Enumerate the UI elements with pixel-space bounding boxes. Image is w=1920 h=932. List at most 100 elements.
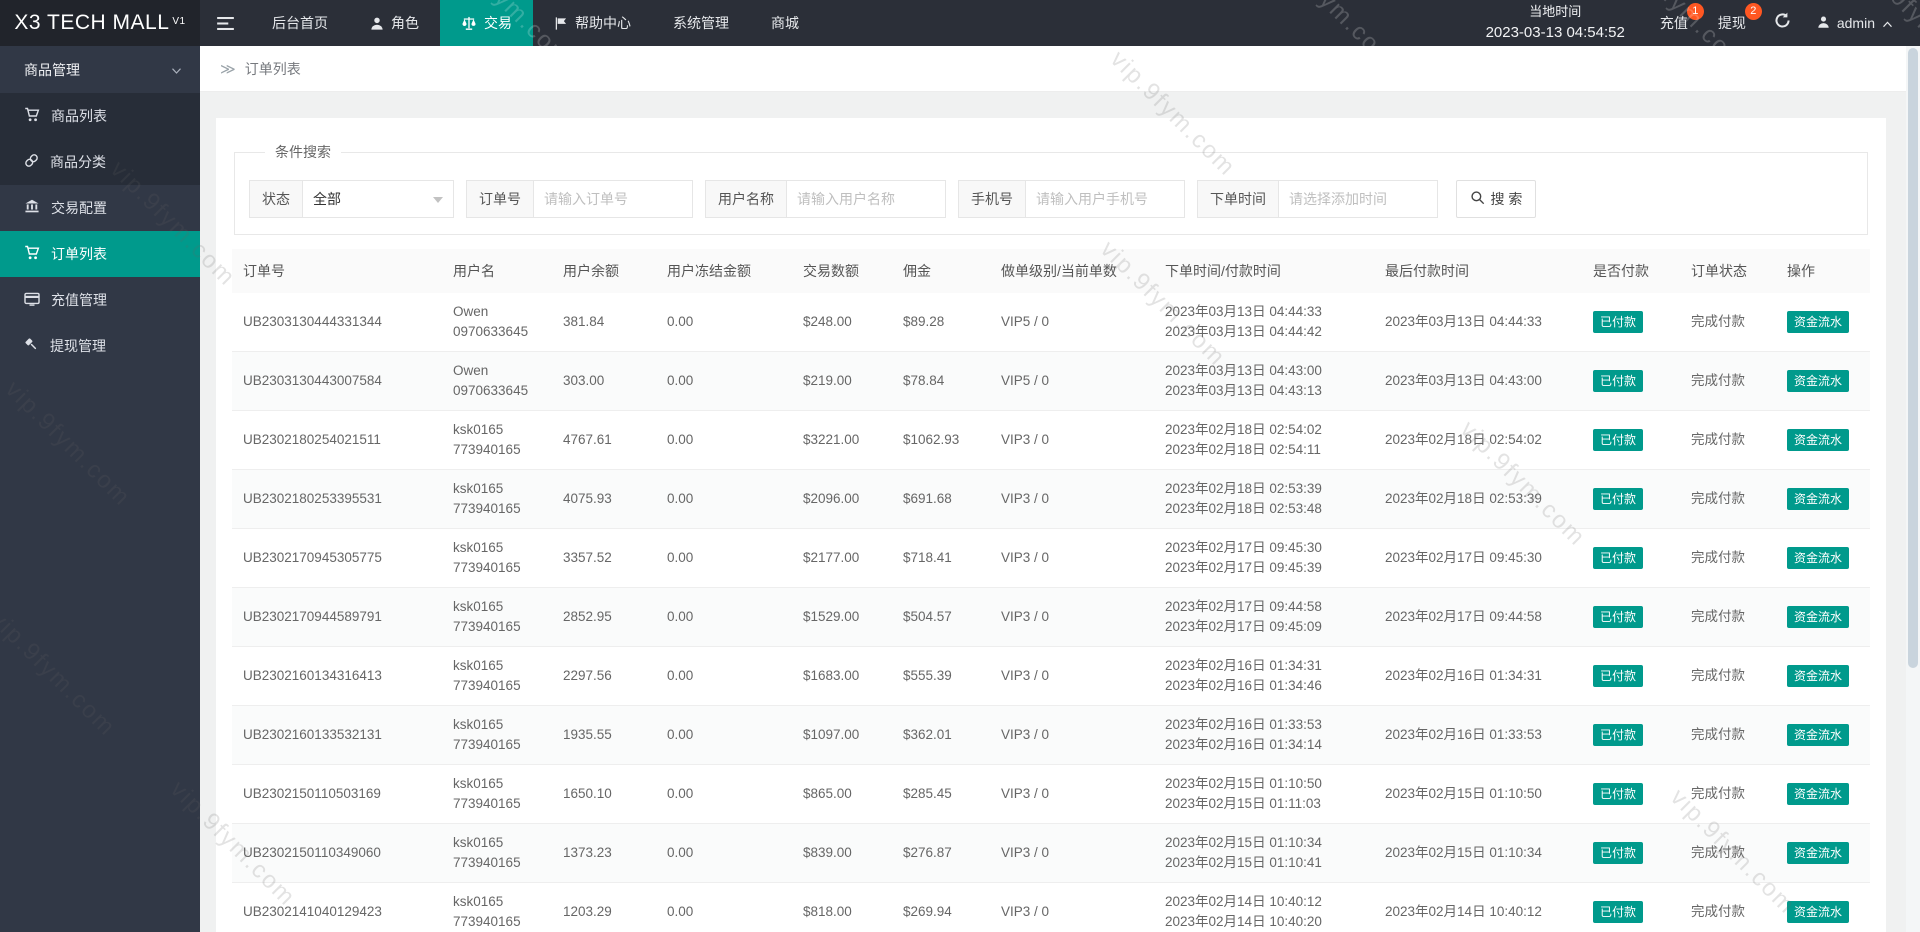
user-icon bbox=[370, 16, 384, 31]
pay-time: 2023年02月16日 01:34:14 bbox=[1165, 737, 1322, 752]
paid-badge: 已付款 bbox=[1593, 488, 1644, 510]
fund-flow-button[interactable]: 资金流水 bbox=[1787, 783, 1850, 805]
user-name: ksk0165 bbox=[453, 481, 504, 496]
user-menu[interactable]: admin bbox=[1804, 0, 1906, 46]
status-select[interactable]: 全部 bbox=[303, 181, 453, 217]
vip-level: VIP3 / 0 bbox=[990, 469, 1154, 529]
sidebar-item-product-category[interactable]: 商品分类 bbox=[0, 139, 200, 185]
fund-flow-button[interactable]: 资金流水 bbox=[1787, 429, 1850, 451]
action-cell: 资金流水 bbox=[1776, 823, 1870, 883]
search-panel: 条件搜索 状态 全部 订单号 用户名称 手 bbox=[234, 142, 1868, 235]
order-no-filter: 订单号 bbox=[466, 180, 693, 218]
fund-flow-button[interactable]: 资金流水 bbox=[1787, 665, 1850, 687]
commission: $89.28 bbox=[892, 293, 990, 352]
sidebar-toggle-button[interactable] bbox=[200, 0, 251, 46]
trade-amount: $839.00 bbox=[792, 823, 892, 883]
trade-amount: $865.00 bbox=[792, 764, 892, 824]
user-balance: 4767.61 bbox=[552, 410, 656, 470]
last-pay-time: 2023年02月17日 09:44:58 bbox=[1374, 587, 1582, 647]
vertical-scrollbar-thumb[interactable] bbox=[1908, 48, 1918, 668]
user-account: 773940165 bbox=[453, 442, 521, 457]
recharge-button[interactable]: 充值 1 bbox=[1645, 0, 1704, 46]
nav-label: 后台首页 bbox=[272, 15, 328, 31]
fund-flow-button[interactable]: 资金流水 bbox=[1787, 842, 1850, 864]
user-balance: 2297.56 bbox=[552, 646, 656, 706]
vip-level: VIP3 / 0 bbox=[990, 823, 1154, 883]
nav-item-dashboard[interactable]: 后台首页 bbox=[251, 0, 349, 46]
user-cell: ksk0165 773940165 bbox=[442, 646, 552, 706]
action-cell: 资金流水 bbox=[1776, 469, 1870, 529]
search-button[interactable]: 搜 索 bbox=[1456, 180, 1536, 218]
nav-item-mall[interactable]: 商城 bbox=[750, 0, 820, 46]
user-balance: 2852.95 bbox=[552, 587, 656, 647]
user-frozen-amount: 0.00 bbox=[656, 882, 792, 932]
order-time: 2023年02月15日 01:10:50 bbox=[1165, 776, 1322, 791]
nav-item-help-center[interactable]: 帮助中心 bbox=[533, 0, 652, 46]
breadcrumb: ≫ 订单列表 bbox=[200, 46, 1906, 92]
order-number: UB2302150110349060 bbox=[232, 823, 442, 883]
sidebar-group-label: 商品管理 bbox=[24, 61, 80, 78]
user-account: 0970633645 bbox=[453, 383, 529, 398]
sidebar-item-product-list[interactable]: 商品列表 bbox=[0, 93, 200, 139]
nav-item-system[interactable]: 系统管理 bbox=[652, 0, 750, 46]
fund-flow-button[interactable]: 资金流水 bbox=[1787, 311, 1850, 333]
order-pay-time-cell: 2023年03月13日 04:43:00 2023年03月13日 04:43:1… bbox=[1154, 351, 1374, 411]
refresh-button[interactable] bbox=[1761, 0, 1804, 46]
paid-badge: 已付款 bbox=[1593, 429, 1644, 451]
col-status: 订单状态 bbox=[1680, 249, 1776, 293]
fund-flow-button[interactable]: 资金流水 bbox=[1787, 488, 1850, 510]
withdraw-button[interactable]: 提现 2 bbox=[1703, 0, 1762, 46]
sidebar-item-recharge-management[interactable]: 充值管理 bbox=[0, 277, 200, 323]
action-cell: 资金流水 bbox=[1776, 410, 1870, 470]
trade-amount: $818.00 bbox=[792, 882, 892, 932]
paid-badge: 已付款 bbox=[1593, 901, 1644, 923]
fund-flow-button[interactable]: 资金流水 bbox=[1787, 547, 1850, 569]
user-balance: 1935.55 bbox=[552, 705, 656, 765]
fund-flow-button[interactable]: 资金流水 bbox=[1787, 901, 1850, 923]
sidebar-item-order-list[interactable]: 订单列表 bbox=[0, 231, 200, 277]
username-input[interactable] bbox=[787, 181, 945, 217]
sidebar-group-products[interactable]: 商品管理 bbox=[0, 46, 200, 93]
user-frozen-amount: 0.00 bbox=[656, 646, 792, 706]
order-number: UB2302180253395531 bbox=[232, 469, 442, 529]
order-no-label: 订单号 bbox=[467, 181, 534, 217]
orders-table: 订单号 用户名 用户余额 用户冻结金额 交易数额 佣金 做单级别/当前单数 下单… bbox=[232, 249, 1870, 932]
paid-badge: 已付款 bbox=[1593, 724, 1644, 746]
paid-cell: 已付款 bbox=[1582, 410, 1680, 470]
content-card: 条件搜索 状态 全部 订单号 用户名称 手 bbox=[216, 118, 1886, 932]
order-pay-time-cell: 2023年02月17日 09:44:58 2023年02月17日 09:45:0… bbox=[1154, 587, 1374, 647]
fund-flow-button[interactable]: 资金流水 bbox=[1787, 606, 1850, 628]
paid-cell: 已付款 bbox=[1582, 528, 1680, 588]
order-time-input[interactable] bbox=[1279, 181, 1437, 217]
user-name: ksk0165 bbox=[453, 835, 504, 850]
sidebar-item-trade-config[interactable]: 交易配置 bbox=[0, 185, 200, 231]
username-label: 用户名称 bbox=[706, 181, 787, 217]
user-icon bbox=[1817, 15, 1830, 32]
phone-input[interactable] bbox=[1026, 181, 1184, 217]
vertical-scrollbar bbox=[1906, 46, 1920, 932]
sidebar-item-withdraw-management[interactable]: 提现管理 bbox=[0, 323, 200, 369]
vip-level: VIP5 / 0 bbox=[990, 351, 1154, 411]
order-pay-time-cell: 2023年02月17日 09:45:30 2023年02月17日 09:45:3… bbox=[1154, 528, 1374, 588]
order-status: 完成付款 bbox=[1680, 705, 1776, 765]
order-status: 完成付款 bbox=[1680, 351, 1776, 411]
status-selected-value: 全部 bbox=[313, 191, 341, 207]
order-status: 完成付款 bbox=[1680, 764, 1776, 824]
nav-item-roles[interactable]: 角色 bbox=[349, 0, 440, 46]
user-account: 773940165 bbox=[453, 678, 521, 693]
col-order-pay-time: 下单时间/付款时间 bbox=[1154, 249, 1374, 293]
order-pay-time-cell: 2023年02月15日 01:10:50 2023年02月15日 01:11:0… bbox=[1154, 764, 1374, 824]
order-time: 2023年02月18日 02:54:02 bbox=[1165, 422, 1322, 437]
last-pay-time: 2023年02月17日 09:45:30 bbox=[1374, 528, 1582, 588]
order-number: UB2302180254021511 bbox=[232, 410, 442, 470]
fund-flow-button[interactable]: 资金流水 bbox=[1787, 370, 1850, 392]
order-number: UB2302170944589791 bbox=[232, 587, 442, 647]
fund-flow-button[interactable]: 资金流水 bbox=[1787, 724, 1850, 746]
scales-icon bbox=[461, 16, 477, 31]
user-frozen-amount: 0.00 bbox=[656, 764, 792, 824]
user-account: 773940165 bbox=[453, 619, 521, 634]
chevron-up-icon bbox=[1882, 15, 1893, 31]
order-no-input[interactable] bbox=[534, 181, 692, 217]
nav-item-trade[interactable]: 交易 bbox=[440, 0, 533, 46]
vip-level: VIP3 / 0 bbox=[990, 587, 1154, 647]
